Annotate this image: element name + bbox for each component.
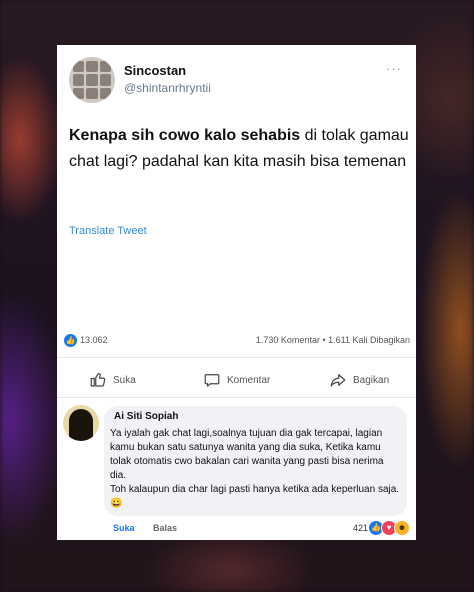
user-handle[interactable]: @shintanrhryntii [124,81,211,95]
screenshot-card: Sincostan @shintanrhryntii ··· Kenapa si… [57,45,416,540]
reaction-count: 421 [352,523,368,533]
comment-reply-button[interactable]: Balas [153,523,177,533]
comment-avatar[interactable] [63,405,99,441]
share-button[interactable]: Bagikan [329,365,389,395]
share-label: Bagikan [353,374,390,386]
like-count[interactable]: 13.062 [80,335,108,345]
post-stats: 👍 13.062 1.730 Komentar • 1.611 Kali Dib… [57,333,416,349]
avatar[interactable] [69,57,115,103]
more-icon[interactable]: ··· [386,61,402,76]
comment-like-button[interactable]: Suka [113,523,135,533]
comment-footer: Suka Balas 421 👍 ♥ ☻ [57,520,416,537]
divider [57,397,416,398]
tweet-text: Kenapa sih cowo kalo sehabis di tolak ga… [69,123,409,175]
comment-bubble: Ai Siti Sopiah Ya iyalah gak chat lagi,s… [104,406,407,516]
like-reaction-icon: 👍 [64,334,77,347]
action-bar: Suka Komentar Bagikan [57,365,416,395]
translate-tweet-link[interactable]: Translate Tweet [69,225,147,237]
share-icon [330,374,346,387]
like-label: Suka [113,374,136,386]
comment-icon [204,374,220,387]
comment-author[interactable]: Ai Siti Sopiah [114,411,178,422]
divider [57,357,416,358]
like-button[interactable]: Suka [89,365,136,395]
comment-button[interactable]: Komentar [203,365,270,395]
like-icon [90,373,106,387]
comment-label: Komentar [227,374,271,386]
haha-reaction-icon: ☻ [394,520,410,536]
comment-text: Ya iyalah gak chat lagi,soalnya tujuan d… [110,428,400,509]
comment-reactions[interactable]: 421 👍 ♥ ☻ [353,520,410,536]
tweet-text-bold: Kenapa sih cowo kalo sehabis [69,127,301,144]
display-name[interactable]: Sincostan [124,63,186,78]
comments-shares-count[interactable]: 1.730 Komentar • 1.611 Kali Dibagikan [256,335,410,345]
